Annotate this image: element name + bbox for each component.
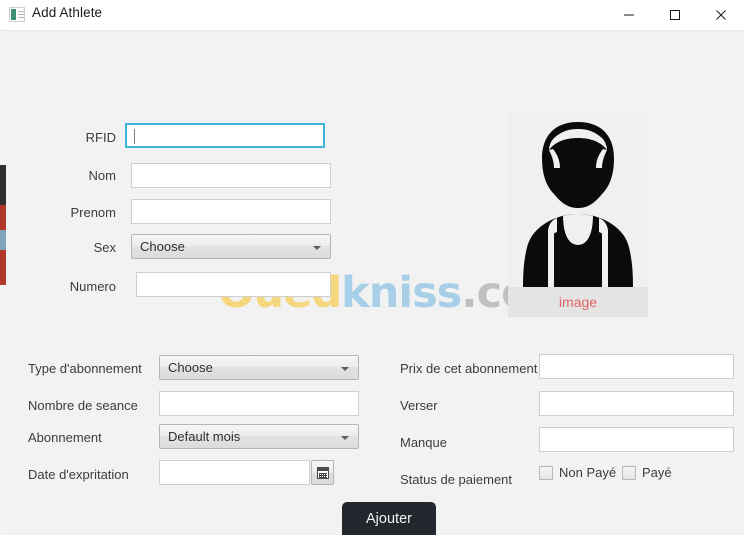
checkbox-paye[interactable]: Payé bbox=[622, 465, 672, 480]
watermark-part-2: kniss bbox=[341, 268, 462, 318]
chevron-down-icon bbox=[313, 246, 321, 250]
date-picker-button[interactable] bbox=[311, 460, 334, 485]
window-title: Add Athlete bbox=[32, 5, 103, 20]
athlete-silhouette-icon bbox=[523, 122, 633, 287]
title-bar: Add Athlete bbox=[0, 0, 744, 31]
numero-input[interactable] bbox=[136, 272, 331, 297]
checkbox-box[interactable] bbox=[622, 465, 636, 480]
add-athlete-window: Add Athlete Ouedkniss.com RFID Nom bbox=[0, 0, 744, 535]
label-rfid: RFID bbox=[85, 130, 116, 145]
athlete-photo-panel[interactable]: image bbox=[508, 112, 648, 317]
sex-select[interactable]: Choose bbox=[131, 234, 331, 259]
label-manque: Manque bbox=[400, 435, 447, 450]
chevron-down-icon bbox=[341, 436, 349, 440]
checkbox-label: Non Payé bbox=[559, 465, 617, 480]
checkbox-box[interactable] bbox=[539, 465, 553, 480]
ajouter-button[interactable]: Ajouter bbox=[342, 502, 436, 535]
window-app-icon bbox=[9, 7, 25, 22]
photo-caption: image bbox=[508, 287, 648, 317]
chevron-down-icon bbox=[341, 367, 349, 371]
abonnement-value: Default mois bbox=[168, 429, 241, 444]
label-verser: Verser bbox=[400, 398, 438, 413]
type-abonnement-value: Choose bbox=[168, 360, 213, 375]
text-caret bbox=[134, 129, 135, 144]
label-nom: Nom bbox=[88, 168, 116, 183]
label-date-expiration: Date d'expritation bbox=[28, 467, 129, 482]
nombre-seance-input[interactable] bbox=[159, 391, 359, 416]
checkbox-non-paye[interactable]: Non Payé bbox=[539, 465, 616, 480]
minimize-button[interactable] bbox=[606, 0, 652, 30]
label-abonnement: Abonnement bbox=[28, 430, 102, 445]
rfid-input[interactable] bbox=[125, 123, 325, 148]
calendar-icon bbox=[317, 467, 329, 479]
label-status-paiement: Status de paiement bbox=[400, 472, 513, 487]
sex-select-value: Choose bbox=[140, 239, 185, 254]
photo-preview bbox=[508, 112, 648, 287]
minimize-icon bbox=[624, 14, 634, 16]
abonnement-select[interactable]: Default mois bbox=[159, 424, 359, 449]
label-type-abonnement: Type d'abonnement bbox=[28, 361, 142, 376]
verser-input[interactable] bbox=[539, 391, 734, 416]
prenom-input[interactable] bbox=[131, 199, 331, 224]
close-button[interactable] bbox=[698, 0, 744, 30]
nom-input[interactable] bbox=[131, 163, 331, 188]
manque-input[interactable] bbox=[539, 427, 734, 452]
date-expiration-input[interactable] bbox=[159, 460, 310, 485]
label-prix-abonnement: Prix de cet abonnement bbox=[400, 361, 538, 376]
label-numero: Numero bbox=[69, 279, 116, 294]
label-nombre-seance: Nombre de seance bbox=[28, 398, 138, 413]
maximize-button[interactable] bbox=[652, 0, 698, 30]
form-area: Ouedkniss.com RFID Nom Prenom Sex Choose… bbox=[6, 30, 744, 535]
checkbox-label: Payé bbox=[642, 465, 672, 480]
type-abonnement-select[interactable]: Choose bbox=[159, 355, 359, 380]
maximize-icon bbox=[670, 10, 680, 20]
close-icon bbox=[716, 10, 726, 20]
label-sex: Sex bbox=[93, 240, 116, 255]
prix-abonnement-input[interactable] bbox=[539, 354, 734, 379]
label-prenom: Prenom bbox=[70, 205, 116, 220]
